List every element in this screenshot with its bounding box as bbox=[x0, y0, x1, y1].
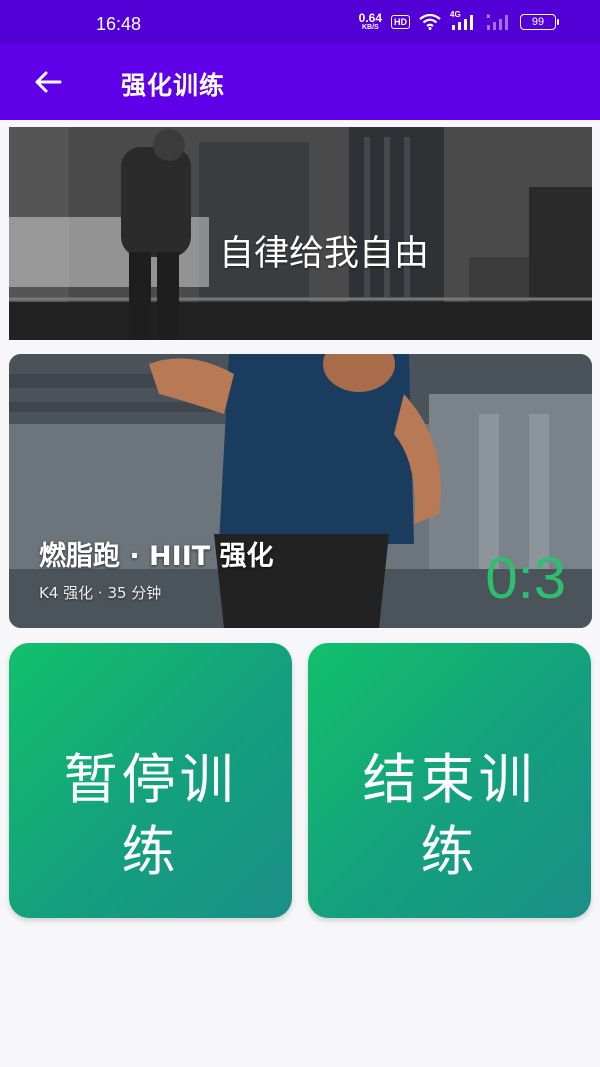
network-speed-value: 0.64 bbox=[358, 11, 382, 25]
network-speed: 0.64 KB/S bbox=[359, 12, 382, 31]
page-title: 强化训练 bbox=[121, 71, 226, 100]
end-training-button[interactable]: 结束训练 bbox=[308, 643, 591, 918]
training-timer: 0:3 bbox=[485, 546, 566, 611]
course-card[interactable]: 燃脂跑 · HIIT 强化 K4 强化 · 35 分钟 0:3 bbox=[9, 354, 592, 628]
app-bar: 强化训练 bbox=[0, 44, 600, 120]
signal-bars-secondary-icon: × bbox=[486, 13, 508, 30]
status-icons: 0.64 KB/S HD 4G × 99 bbox=[359, 10, 559, 31]
pause-training-button[interactable]: 暂停训练 bbox=[9, 643, 292, 918]
status-time: 16:48 bbox=[96, 14, 142, 34]
banner-slogan: 自律给我自由 bbox=[219, 234, 430, 274]
status-bar: 16:48 0.64 KB/S HD 4G × 99 bbox=[0, 0, 600, 44]
battery-icon: 99 bbox=[520, 13, 559, 30]
motivation-banner: 自律给我自由 bbox=[9, 127, 592, 340]
cell-signal-4g: 4G bbox=[450, 10, 476, 31]
arrow-left-icon bbox=[35, 71, 62, 93]
network-speed-unit: KB/S bbox=[361, 24, 379, 31]
battery-level: 99 bbox=[531, 15, 545, 28]
back-button[interactable] bbox=[30, 64, 66, 100]
wifi-icon bbox=[419, 13, 441, 30]
signal-bars-icon bbox=[452, 14, 473, 30]
hd-badge: HD bbox=[391, 14, 410, 29]
course-title: 燃脂跑 · HIIT 强化 bbox=[39, 541, 274, 572]
svg-text:×: × bbox=[486, 13, 491, 21]
course-subtitle: K4 强化 · 35 分钟 bbox=[39, 584, 162, 602]
pause-training-label: 暂停训练 bbox=[63, 749, 238, 882]
end-training-label: 结束训练 bbox=[362, 749, 537, 882]
